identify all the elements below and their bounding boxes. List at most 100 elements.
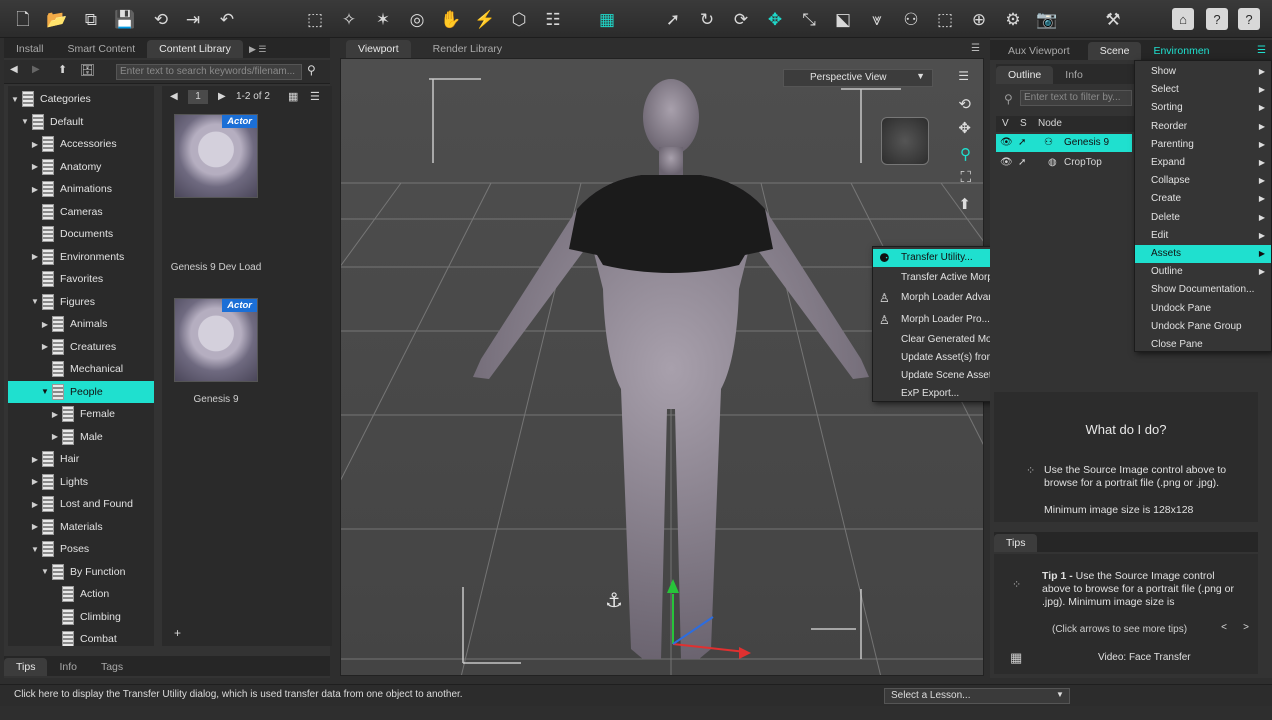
scene-node-row[interactable]: 👁 ➚ ⚇ Genesis 9 [996, 134, 1132, 152]
tab-smart-content[interactable]: Smart Content [55, 40, 147, 58]
scene-navigator-icon[interactable]: ▦ [594, 6, 620, 32]
scene-filter-input[interactable]: Enter text to filter by... [1020, 90, 1132, 106]
universal-tool-icon[interactable]: ✧ [336, 6, 362, 32]
video-icon[interactable]: ▦ [1010, 650, 1022, 666]
page-number[interactable]: 1 [188, 90, 208, 104]
chevron-right-icon[interactable]: ▶ [50, 432, 60, 441]
asset-tile-thumbnail[interactable]: Actor [174, 114, 258, 198]
tree-item[interactable]: ▼ By Function [8, 561, 154, 583]
tree-item[interactable]: ▶ Lost and Found [8, 493, 154, 515]
twist-icon[interactable]: ⟳ [728, 6, 754, 32]
tree-item[interactable]: ▶ Creatures [8, 336, 154, 358]
grid-tool-icon[interactable]: ☷ [540, 6, 566, 32]
up-arrow-icon[interactable]: ⬆ [58, 63, 67, 76]
pane-menu-item[interactable]: Delete ▶ [1135, 209, 1271, 227]
tab-info[interactable]: Info [47, 658, 89, 676]
node-select-icon[interactable]: ⬚ [302, 6, 328, 32]
aim-icon[interactable]: ⬆ [958, 195, 971, 213]
power-pose-icon[interactable]: ⚙ [1000, 6, 1026, 32]
asset-tile-label[interactable]: Genesis 9 [166, 394, 266, 406]
tree-item[interactable]: ▼ Default [8, 111, 154, 133]
eye-icon[interactable]: 👁 [1000, 134, 1013, 152]
tree-item[interactable]: ▶ Female [8, 403, 154, 425]
node-weight-icon[interactable]: ⚡ [472, 6, 498, 32]
pane-menu-item[interactable]: Undock Pane [1135, 300, 1271, 318]
tree-item[interactable]: Documents [8, 223, 154, 245]
tree-item[interactable]: Mechanical [8, 358, 154, 380]
cursor-icon[interactable]: ➚ [1018, 134, 1026, 152]
export-icon[interactable]: ⇥ [180, 6, 206, 32]
pan-icon[interactable]: ✥ [958, 119, 971, 137]
tree-item[interactable]: Cameras [8, 201, 154, 223]
orbit-icon[interactable]: ⟲ [958, 95, 971, 113]
tree-item[interactable]: Combat [8, 628, 154, 646]
undo-icon[interactable]: ↶ [214, 6, 240, 32]
tab-environment[interactable]: Environmen [1141, 42, 1221, 60]
pane-menu-icon[interactable]: ☰ [1257, 42, 1266, 60]
home-icon[interactable]: ⌂ [1172, 8, 1194, 30]
video-link[interactable]: Video: Face Transfer [1098, 652, 1191, 663]
chevron-right-icon[interactable]: ▶ [30, 477, 40, 486]
pane-menu-item[interactable]: Outline ▶ [1135, 263, 1271, 281]
chevron-right-icon[interactable]: ▶ [30, 455, 40, 464]
help-icon[interactable]: ? [1206, 8, 1228, 30]
tree-item[interactable]: ▶ Lights [8, 471, 154, 493]
pane-menu-item[interactable]: Close Pane [1135, 336, 1271, 354]
database-icon[interactable]: 🗄 [80, 63, 95, 77]
chevron-right-icon[interactable]: ▶ [40, 320, 50, 329]
pane-menu-item[interactable]: Collapse ▶ [1135, 172, 1271, 190]
chevron-right-icon[interactable]: ▶ [30, 185, 40, 194]
prev-tip-button[interactable]: < [1216, 622, 1232, 633]
chevron-right-icon[interactable]: ▶ [30, 522, 40, 531]
pane-menu-item[interactable]: Select ▶ [1135, 81, 1271, 99]
tree-item[interactable]: ▶ Animals [8, 313, 154, 335]
chevron-down-icon[interactable]: ▼ [30, 545, 40, 554]
scale-icon[interactable]: ⤡ [796, 6, 822, 32]
chevron-down-icon[interactable]: ▼ [40, 567, 50, 576]
morph-icon[interactable]: ⩔ [864, 6, 890, 32]
pane-menu-item[interactable]: Show ▶ [1135, 63, 1271, 81]
save-icon[interactable]: 💾 [112, 6, 138, 32]
undo-history-icon[interactable]: ⟲ [148, 6, 174, 32]
tree-item[interactable]: ▶ Accessories [8, 133, 154, 155]
tree-item[interactable]: ▶ Male [8, 426, 154, 448]
chevron-right-icon[interactable]: ▶ [30, 500, 40, 509]
next-tip-button[interactable]: > [1238, 622, 1254, 633]
zoom-icon[interactable]: ⚲ [960, 145, 971, 163]
asset-tile-label[interactable]: Genesis 9 Dev Load [166, 262, 266, 274]
tab-render-library[interactable]: Render Library [421, 40, 514, 58]
chevron-right-icon[interactable]: ▶ [40, 342, 50, 351]
merge-icon[interactable]: ⧉ [78, 6, 104, 32]
tree-item[interactable]: ▶ Animations [8, 178, 154, 200]
tab-viewport[interactable]: Viewport [346, 40, 411, 58]
cursor-icon[interactable]: ➚ [1018, 154, 1026, 172]
translate-icon[interactable]: ✥ [762, 6, 788, 32]
pane-menu-item[interactable]: Edit ▶ [1135, 227, 1271, 245]
aim-icon[interactable]: ⊕ [966, 6, 992, 32]
prev-page-icon[interactable]: ◀ [170, 91, 178, 102]
info-icon[interactable]: ? [1238, 8, 1260, 30]
tree-item[interactable]: ▶ Hair [8, 448, 154, 470]
lesson-dropdown[interactable]: Select a Lesson... [884, 688, 1070, 704]
chevron-down-icon[interactable]: ▼ [40, 387, 50, 396]
pane-menu-item[interactable]: Parenting ▶ [1135, 136, 1271, 154]
active-pose-icon[interactable]: ✋ [438, 6, 464, 32]
rotate-icon[interactable]: ↻ [694, 6, 720, 32]
spot-render-icon[interactable]: ⬚ [932, 6, 958, 32]
tab-tips[interactable]: Tips [994, 534, 1038, 552]
tree-item[interactable]: ▼ Figures [8, 291, 154, 313]
add-icon[interactable]: + [174, 626, 181, 640]
tree-item[interactable]: ▶ Environments [8, 246, 154, 268]
pane-menu-item[interactable]: Show Documentation... [1135, 281, 1271, 299]
tab-tips[interactable]: Tips [4, 658, 48, 676]
pane-menu-item[interactable]: Undock Pane Group [1135, 318, 1271, 336]
pane-menu-icon[interactable]: ☰ [971, 40, 980, 58]
chevron-down-icon[interactable]: ▼ [30, 297, 40, 306]
pane-menu-item[interactable]: Assets ▶ [1135, 245, 1271, 263]
region-nav-icon[interactable]: ◎ [404, 6, 430, 32]
grid-view-icon[interactable]: ▦ [288, 90, 298, 103]
tab-content-library[interactable]: Content Library [147, 40, 243, 58]
tab-outline[interactable]: Outline [996, 66, 1054, 84]
viewport-menu-icon[interactable]: ☰ [958, 69, 969, 83]
tree-item[interactable]: Climbing [8, 606, 154, 628]
